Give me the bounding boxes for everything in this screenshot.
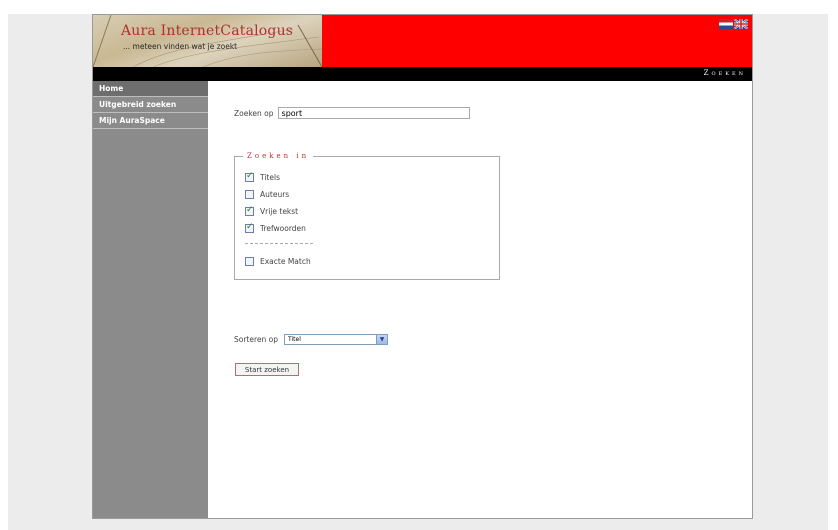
zoeken-in-fieldset: Zoeken in Titels Auteurs Vrije tekst Tre… [234, 152, 500, 280]
option-exacte-match[interactable]: Exacte Match [245, 257, 311, 266]
search-input[interactable] [277, 107, 470, 119]
auteurs-label: Auteurs [260, 190, 290, 199]
sidebar-item-home[interactable]: Home [93, 81, 208, 97]
page-title: Zoeken [703, 69, 746, 77]
vrije-tekst-checkbox[interactable] [245, 205, 254, 216]
trefwoorden-label: Trefwoorden [260, 224, 306, 233]
sidebar: Home Uitgebreid zoeken Mijn AuraSpace [93, 81, 208, 518]
exacte-match-label: Exacte Match [260, 257, 311, 266]
option-vrije-tekst[interactable]: Vrije tekst [245, 205, 299, 216]
uk-flag-icon[interactable] [734, 19, 748, 29]
divider [245, 243, 313, 244]
sidebar-item-uitgebreid-zoeken[interactable]: Uitgebreid zoeken [93, 97, 208, 113]
chevron-down-icon[interactable]: ▼ [376, 335, 388, 344]
option-auteurs[interactable]: Auteurs [245, 190, 289, 199]
header: Aura InternetCatalogus ... meteen vinden… [93, 15, 752, 67]
search-label: Zoeken op [234, 108, 274, 118]
main-content: Zoeken op Zoeken in Titels Auteurs Vrije… [209, 81, 752, 518]
start-search-button[interactable]: Start zoeken [235, 363, 299, 376]
zoeken-in-legend: Zoeken in [243, 152, 314, 160]
dutch-flag-icon[interactable] [719, 19, 733, 29]
logo-title: Aura InternetCatalogus [121, 23, 294, 39]
page-titlebar: Zoeken [93, 67, 752, 81]
option-trefwoorden[interactable]: Trefwoorden [245, 222, 306, 233]
sort-row: Sorteren op Titel ▼ [234, 334, 389, 345]
logo: Aura InternetCatalogus ... meteen vinden… [93, 15, 322, 67]
auteurs-checkbox[interactable] [245, 190, 254, 199]
vrije-tekst-label: Vrije tekst [260, 207, 299, 216]
logo-subtitle: ... meteen vinden wat je zoekt [123, 42, 238, 51]
trefwoorden-checkbox[interactable] [245, 222, 254, 233]
sort-selected-value: Titel [288, 336, 301, 343]
page-frame: Aura InternetCatalogus ... meteen vinden… [92, 14, 753, 519]
sort-select[interactable]: Titel ▼ [284, 334, 389, 345]
titels-checkbox[interactable] [245, 171, 254, 182]
sidebar-item-mijn-auraspace[interactable]: Mijn AuraSpace [93, 113, 208, 129]
titels-label: Titels [260, 173, 280, 182]
exacte-match-checkbox[interactable] [245, 257, 254, 266]
language-flags [719, 19, 748, 29]
sort-label: Sorteren op [234, 335, 279, 344]
option-titels[interactable]: Titels [245, 171, 280, 182]
search-row: Zoeken op [234, 107, 470, 119]
